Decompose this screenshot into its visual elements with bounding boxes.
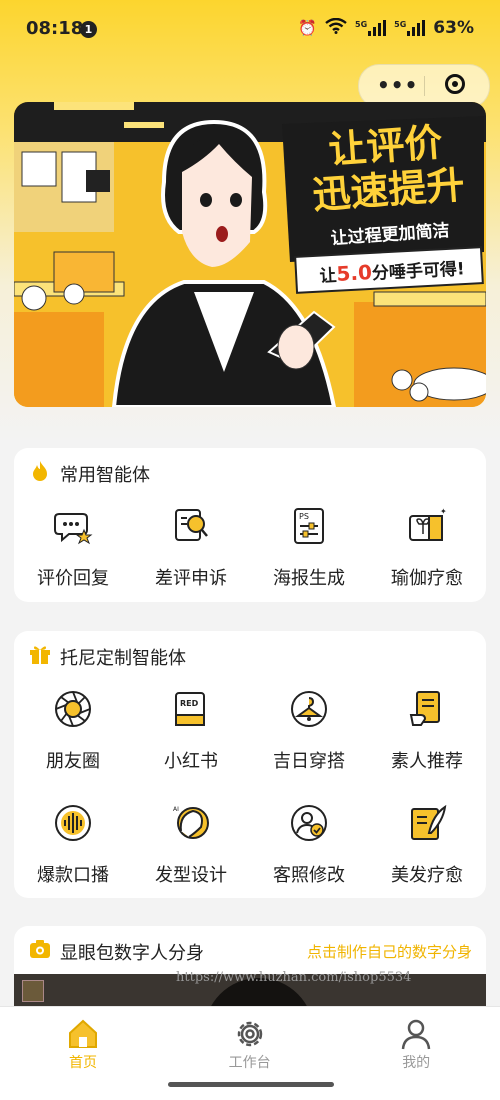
agent-label: 小红书 <box>164 751 218 772</box>
agent-xiaohongshu[interactable]: RED 小红书 <box>132 689 250 779</box>
common-agents-title: 常用智能体 <box>60 465 150 486</box>
user-check-icon <box>291 805 327 841</box>
book-feather-icon <box>411 804 447 840</box>
flame-icon <box>33 461 47 481</box>
agent-label: 美发疗愈 <box>391 865 463 886</box>
promo-banner[interactable]: 让评价 迅速提升 让过程更加简洁 让5.0分唾手可得! <box>14 102 486 407</box>
agent-yoga-healing[interactable]: ✦ 瑜伽疗愈 <box>368 506 486 596</box>
digital-avatar-title: 显眼包数字人分身 <box>60 943 204 964</box>
custom-agents-row-2: 爆款口播 AI 发型设计 客照修改 美发疗愈 <box>14 803 486 893</box>
agent-label: 发型设计 <box>155 865 227 886</box>
agent-label: 差评申诉 <box>155 568 227 589</box>
tab-label: 首页 <box>69 1055 97 1071</box>
agent-label: 客照修改 <box>273 865 345 886</box>
agent-label: 素人推荐 <box>391 751 463 772</box>
gift-card-icon: ✦ <box>409 507 447 541</box>
banner-score: 5.0 <box>335 260 373 286</box>
battery-level: 63% <box>433 18 474 38</box>
svg-text:✦: ✦ <box>440 507 447 516</box>
chat-bubble-star-icon <box>54 513 93 545</box>
agent-client-photo-edit[interactable]: 客照修改 <box>250 803 368 893</box>
agent-lucky-outfit[interactable]: 吉日穿搭 <box>250 689 368 779</box>
agent-hairstyle-design[interactable]: AI 发型设计 <box>132 803 250 893</box>
status-time: 08:18 <box>26 18 84 39</box>
agent-label: 海报生成 <box>273 568 345 589</box>
tab-label: 我的 <box>402 1055 431 1071</box>
document-search-icon <box>175 509 208 541</box>
preview-thumb-icon <box>22 980 44 1002</box>
scroll-hand-icon <box>409 691 440 726</box>
svg-text:PS: PS <box>299 512 309 521</box>
notification-badge: 1 <box>80 21 97 38</box>
agent-label: 爆款口播 <box>37 865 109 886</box>
agent-negative-appeal[interactable]: 差评申诉 <box>132 506 250 596</box>
tab-home[interactable]: 首页 <box>0 1007 167 1100</box>
custom-agents-title: 托尼定制智能体 <box>60 648 186 669</box>
create-avatar-link[interactable]: 点击制作自己的数字分身 <box>307 941 472 962</box>
agent-amateur-recommend[interactable]: 素人推荐 <box>368 689 486 779</box>
status-bar: 08:18 1 ⏰ 5G 5G 63% <box>0 0 500 60</box>
hanger-icon <box>291 691 327 727</box>
agent-moments[interactable]: 朋友圈 <box>14 689 132 779</box>
tab-mine[interactable]: 我的 <box>333 1007 500 1100</box>
home-indicator <box>168 1082 334 1087</box>
alarm-icon: ⏰ <box>298 19 318 37</box>
agent-hair-healing[interactable]: 美发疗愈 <box>368 803 486 893</box>
gift-icon <box>30 646 50 664</box>
agent-label: 朋友圈 <box>46 751 100 772</box>
hair-ai-icon: AI <box>173 806 209 839</box>
voice-wave-icon <box>55 805 91 841</box>
target-icon[interactable] <box>445 74 465 94</box>
tab-label: 工作台 <box>228 1055 271 1071</box>
wifi-icon <box>325 17 347 38</box>
signal-icon-2: 5G <box>394 20 426 36</box>
svg-text:RED: RED <box>180 699 199 708</box>
gear-icon <box>237 1021 262 1047</box>
custom-agents-card: 托尼定制智能体 朋友圈 RED 小红书 吉日穿搭 素人推荐 爆款口播 AI 发型… <box>14 631 486 898</box>
custom-agents-row-1: 朋友圈 RED 小红书 吉日穿搭 素人推荐 <box>14 689 486 779</box>
signal-icon: 5G <box>355 20 387 36</box>
common-agents-grid: 评价回复 差评申诉 PS 海报生成 ✦ 瑜伽疗愈 <box>14 506 486 596</box>
agent-label: 瑜伽疗愈 <box>391 568 463 589</box>
more-icon[interactable]: ••• <box>377 73 418 97</box>
red-book-icon: RED <box>175 692 205 726</box>
user-icon <box>401 1019 431 1050</box>
common-agents-card: 常用智能体 评价回复 差评申诉 PS 海报生成 ✦ 瑜伽疗愈 <box>14 448 486 602</box>
agent-label: 评价回复 <box>37 568 109 589</box>
svg-text:AI: AI <box>173 806 179 813</box>
home-icon <box>69 1019 97 1048</box>
watermark-text: https://www.huzhan.com/ishop5534 <box>176 970 412 985</box>
capsule-divider <box>424 76 425 96</box>
agent-viral-voiceover[interactable]: 爆款口播 <box>14 803 132 893</box>
agent-label: 吉日穿搭 <box>273 751 345 772</box>
banner-headline: 让评价 迅速提升 <box>289 117 485 218</box>
agent-poster-generate[interactable]: PS 海报生成 <box>250 506 368 596</box>
agent-review-reply[interactable]: 评价回复 <box>14 506 132 596</box>
aperture-icon <box>55 691 91 727</box>
camera-icon <box>30 940 50 958</box>
poster-ps-icon: PS <box>294 508 324 544</box>
